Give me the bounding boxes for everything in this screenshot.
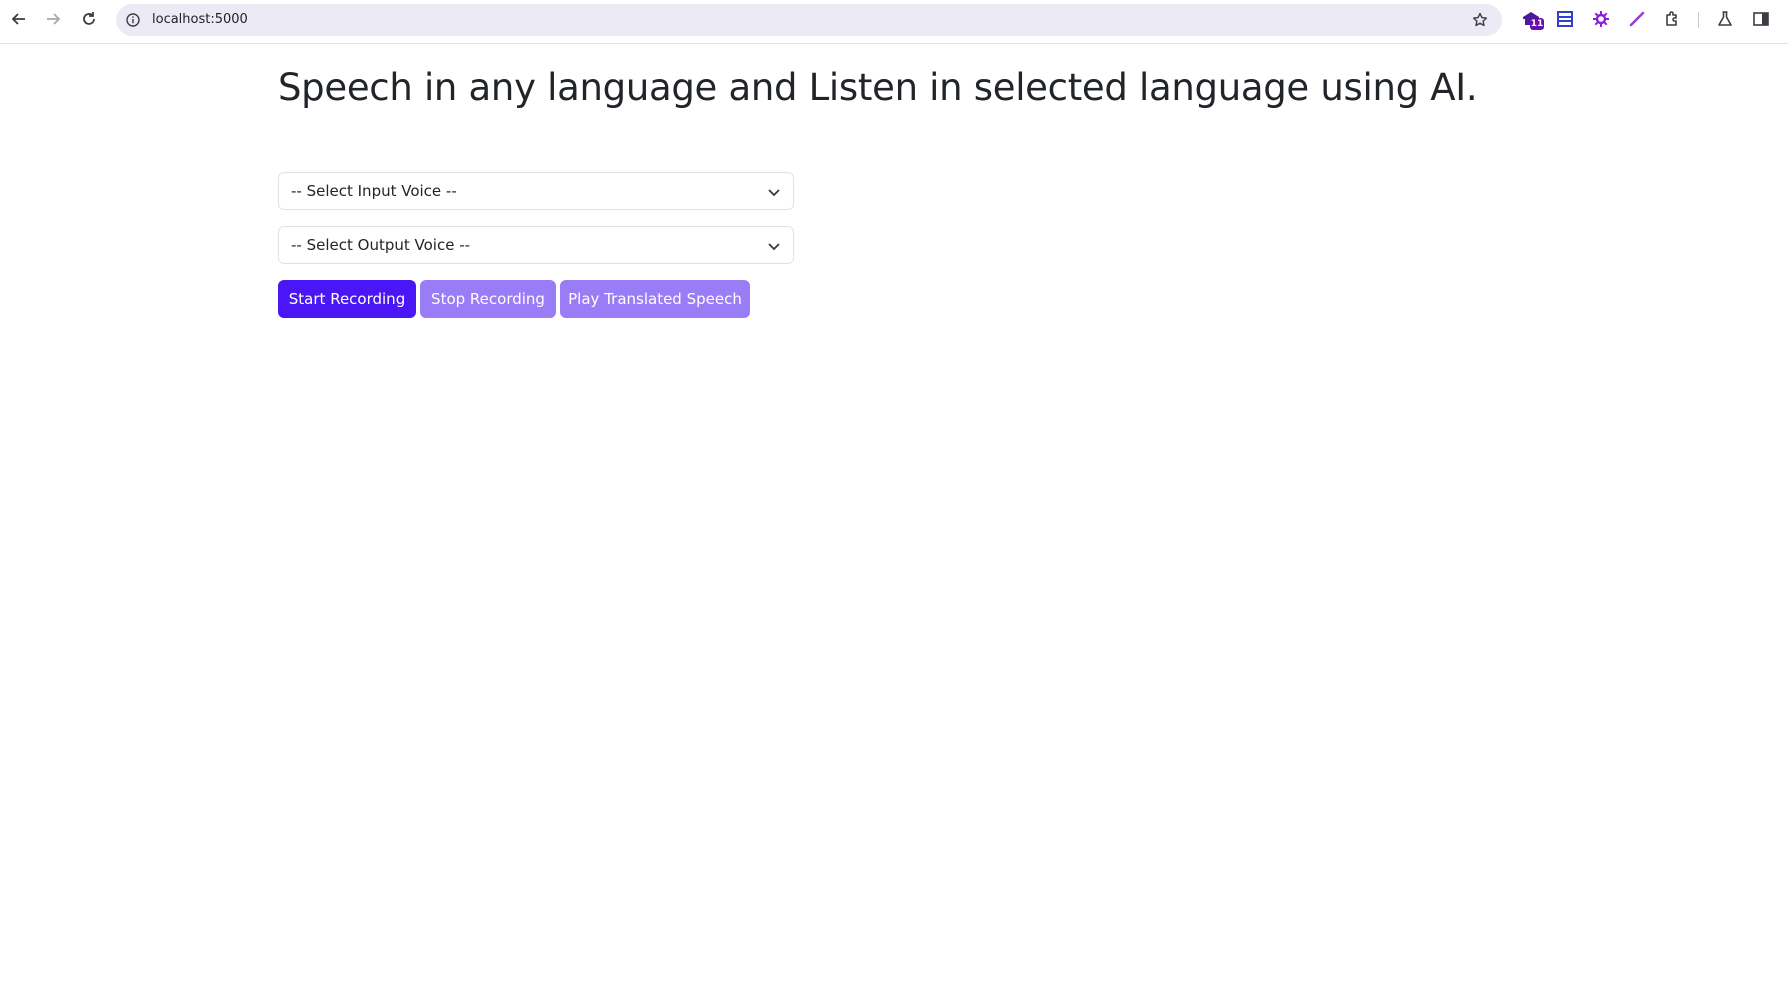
labs-icon[interactable] (1714, 8, 1736, 30)
output-voice-selected: -- Select Output Voice -- (291, 236, 471, 254)
stop-recording-button[interactable]: Stop Recording (420, 280, 556, 318)
url-text[interactable]: localhost:5000 (152, 12, 248, 27)
chevron-down-icon (768, 243, 780, 251)
chevron-down-icon (768, 189, 780, 197)
input-voice-select[interactable]: -- Select Input Voice -- (278, 172, 794, 210)
site-info-icon[interactable] (126, 13, 140, 27)
forward-icon[interactable] (42, 8, 64, 30)
side-panel-icon[interactable] (1750, 8, 1772, 30)
back-icon[interactable] (8, 8, 30, 30)
extensions-icon[interactable] (1662, 8, 1684, 30)
school-extension-icon[interactable]: 11 (1520, 8, 1544, 30)
extension-badge: 11 (1530, 18, 1544, 30)
play-translated-speech-button[interactable]: Play Translated Speech (560, 280, 750, 318)
quill-extension-icon[interactable] (1626, 8, 1648, 30)
gear-extension-icon[interactable] (1590, 8, 1612, 30)
start-recording-button[interactable]: Start Recording (278, 280, 416, 318)
page-title: Speech in any language and Listen in sel… (278, 66, 1478, 109)
browser-toolbar: localhost:5000 11 (0, 0, 1788, 44)
output-voice-select[interactable]: -- Select Output Voice -- (278, 226, 794, 264)
reload-icon[interactable] (78, 8, 100, 30)
bookmark-star-icon[interactable] (1472, 12, 1488, 28)
toolbar-separator (1698, 12, 1699, 28)
address-bar[interactable]: localhost:5000 (116, 4, 1502, 36)
input-voice-selected: -- Select Input Voice -- (291, 182, 457, 200)
list-extension-icon[interactable] (1554, 8, 1576, 30)
